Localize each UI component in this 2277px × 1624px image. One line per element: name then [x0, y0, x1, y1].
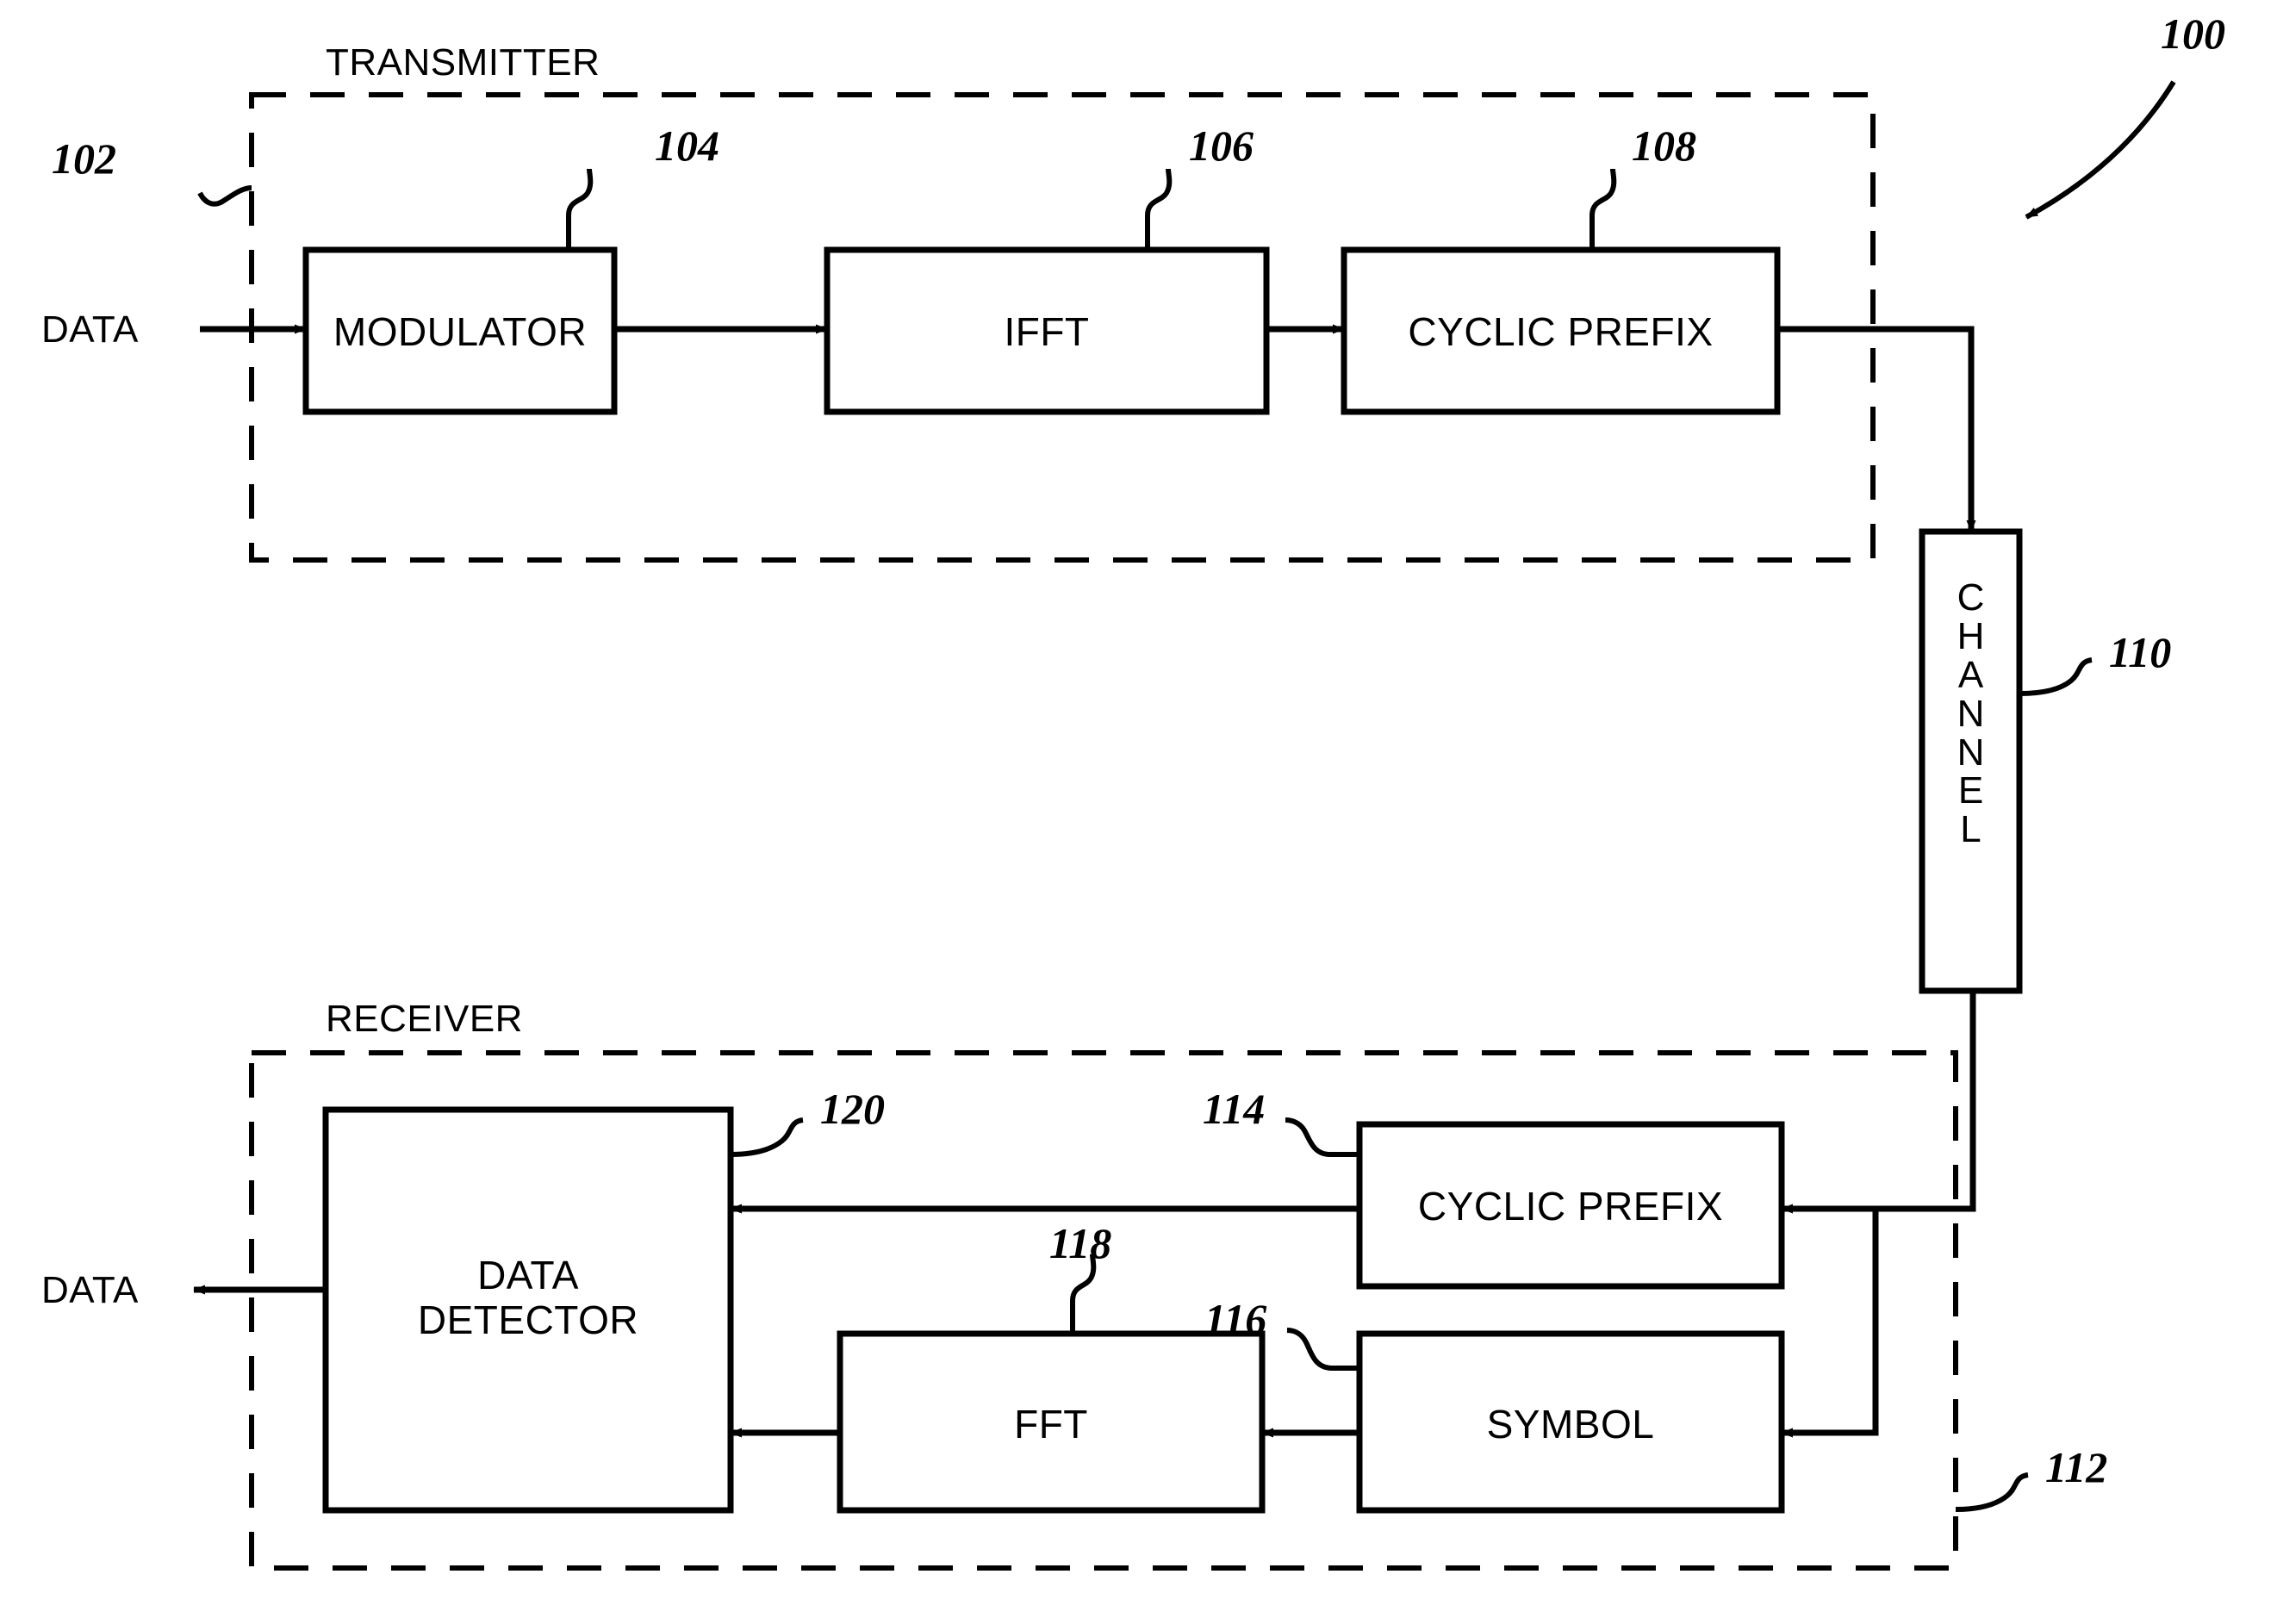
channel-letter-n2: N	[1957, 731, 1985, 774]
reference-number-100: 100	[2161, 9, 2225, 58]
reference-number-106: 106	[1189, 121, 1254, 170]
leader-102	[197, 185, 252, 207]
receiver-section-title: RECEIVER	[326, 998, 523, 1040]
leader-106	[1145, 168, 1173, 250]
reference-number-108: 108	[1632, 121, 1696, 170]
leader-112	[1955, 1472, 2029, 1512]
patent-figure: TRANSMITTER RECEIVER DATA DATA MODULATOR…	[0, 0, 2277, 1624]
reference-number-114: 114	[1203, 1085, 1266, 1133]
fft-label: FFT	[1014, 1402, 1088, 1447]
leader-110	[2019, 657, 2093, 696]
channel-label: C H A N N E L	[1922, 576, 2019, 851]
data-detector-label: DATA DETECTOR	[326, 1253, 731, 1342]
channel-letter-a: A	[1957, 653, 1984, 696]
modulator-label: MODULATOR	[333, 309, 588, 354]
leader-114-curve	[1285, 1117, 1359, 1157]
symbol-label: SYMBOL	[1486, 1402, 1655, 1447]
channel-letter-l: L	[1960, 808, 1981, 851]
reference-number-118: 118	[1049, 1219, 1112, 1267]
reference-number-102: 102	[52, 134, 116, 183]
channel-letter-c: C	[1957, 576, 1985, 619]
reference-number-116: 116	[1204, 1295, 1267, 1343]
channel-letter-e: E	[1957, 769, 1984, 812]
channel-letter-n1: N	[1957, 692, 1985, 735]
connector-channel-to-symbol	[1781, 1209, 1879, 1438]
reference-number-112: 112	[2045, 1443, 2108, 1491]
cyclic-prefix-rx-label: CYCLIC PREFIX	[1417, 1184, 1724, 1229]
reference-number-110: 110	[2109, 628, 2172, 676]
data-detector-label-line1: DATA	[477, 1253, 579, 1297]
leader-108	[1590, 168, 1617, 250]
output-data-label: DATA	[41, 1269, 139, 1311]
cyclic-prefix-tx-label: CYCLIC PREFIX	[1408, 309, 1714, 354]
leader-104	[566, 168, 594, 250]
leader-100	[2025, 80, 2176, 220]
reference-number-120: 120	[820, 1085, 885, 1133]
input-data-label: DATA	[41, 308, 139, 351]
leader-116	[1286, 1328, 1359, 1371]
connector-channel-to-cyclic-prefix-rx	[1781, 991, 1976, 1214]
channel-letter-h: H	[1957, 614, 1985, 657]
reference-number-104: 104	[655, 121, 719, 170]
leader-120	[730, 1117, 804, 1157]
data-detector-label-line2: DETECTOR	[417, 1297, 639, 1342]
ifft-label: IFFT	[1004, 309, 1090, 354]
transmitter-section-title: TRANSMITTER	[326, 41, 600, 84]
